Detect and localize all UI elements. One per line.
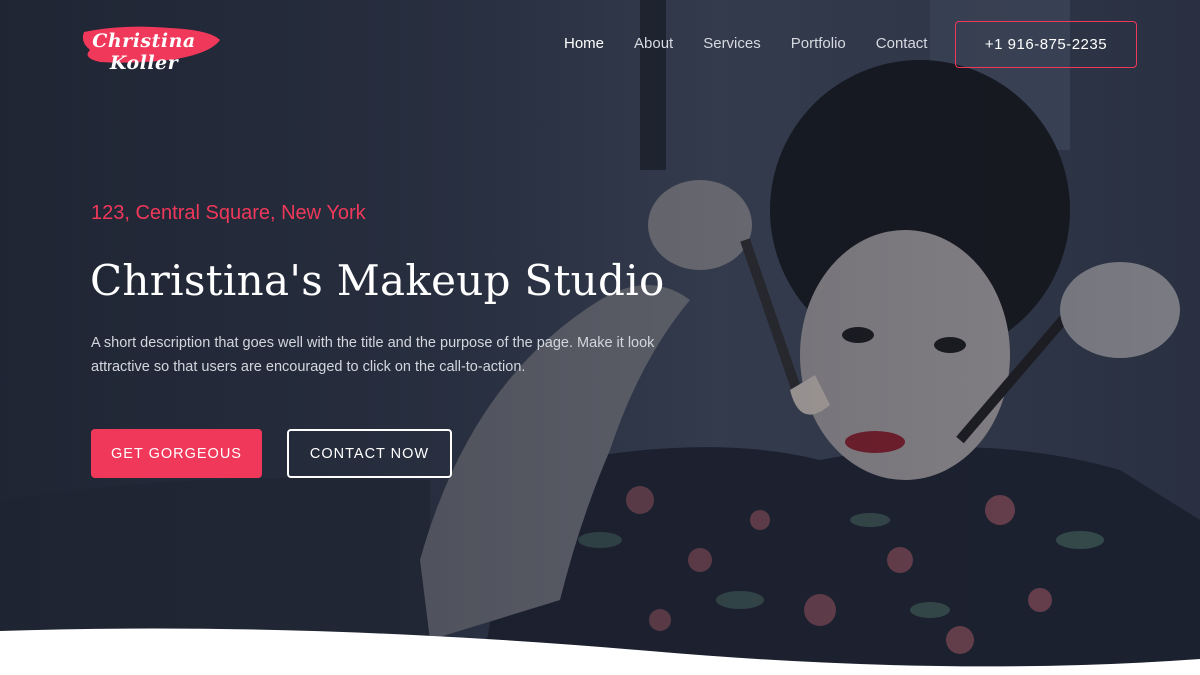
phone-button[interactable]: +1 916-875-2235 xyxy=(955,21,1137,68)
nav-item-portfolio[interactable]: Portfolio xyxy=(791,35,846,52)
studio-address: 123, Central Square, New York xyxy=(91,202,366,224)
contact-now-button[interactable]: CONTACT NOW xyxy=(287,429,452,478)
main-nav: Home About Services Portfolio Contact xyxy=(564,35,927,52)
hero-section: Christina Koller Home About Services Por… xyxy=(0,0,1200,675)
brand-logo[interactable]: Christina Koller xyxy=(60,18,225,74)
logo-text: Christina Koller xyxy=(92,30,196,74)
nav-item-services[interactable]: Services xyxy=(703,35,761,52)
page-title: Christina's Makeup Studio xyxy=(90,256,665,305)
bottom-wave-divider xyxy=(0,628,1200,675)
get-gorgeous-button[interactable]: GET GORGEOUS xyxy=(91,429,262,478)
nav-item-about[interactable]: About xyxy=(634,35,673,52)
nav-item-contact[interactable]: Contact xyxy=(876,35,928,52)
nav-item-home[interactable]: Home xyxy=(564,35,604,52)
hero-description: A short description that goes well with … xyxy=(91,335,655,375)
